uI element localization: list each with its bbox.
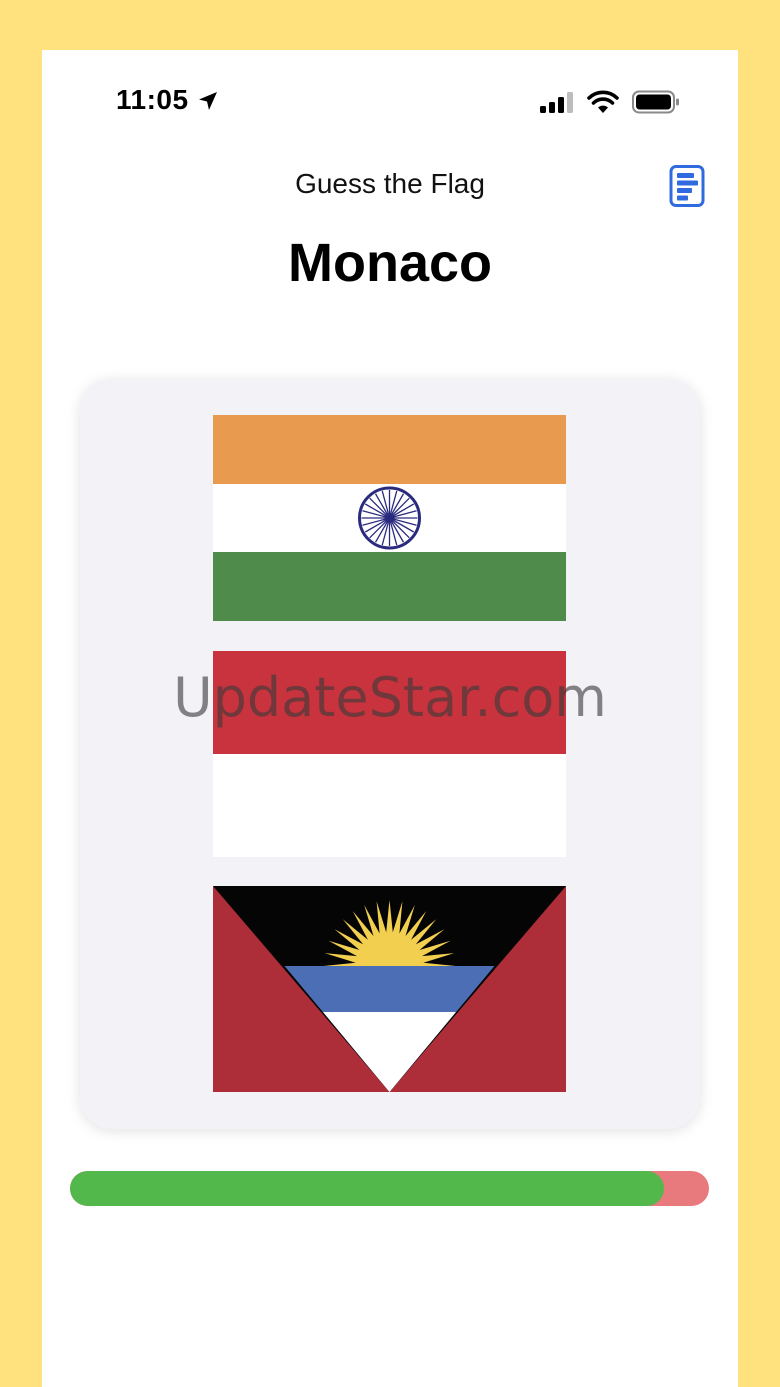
country-name: Monaco [287, 233, 492, 293]
status-time: 11:05 [116, 84, 189, 115]
location-arrow-icon [199, 92, 217, 110]
score-button[interactable] [668, 164, 706, 208]
score-list-icon [669, 165, 705, 207]
flag-option-india[interactable] [213, 415, 566, 621]
nav-title: Guess the Flag [295, 168, 485, 199]
ashoka-chakra-icon [358, 486, 421, 550]
flag-options-card [80, 379, 700, 1129]
red-white-flag-image [213, 651, 566, 857]
wifi-icon [587, 90, 619, 113]
antigua-flag-image [213, 886, 566, 1092]
flag-option-red-white[interactable] [213, 651, 566, 857]
battery-icon [632, 90, 679, 114]
cellular-signal-icon [540, 92, 573, 113]
app-screen: 11:05 Guess the Flag Monaco UpdateStar.c… [42, 50, 738, 1387]
score-progress-bar [70, 1171, 709, 1206]
score-progress-fill [70, 1171, 665, 1206]
india-flag-image [213, 415, 566, 621]
flag-option-antigua-and-barbuda[interactable] [213, 886, 566, 1092]
